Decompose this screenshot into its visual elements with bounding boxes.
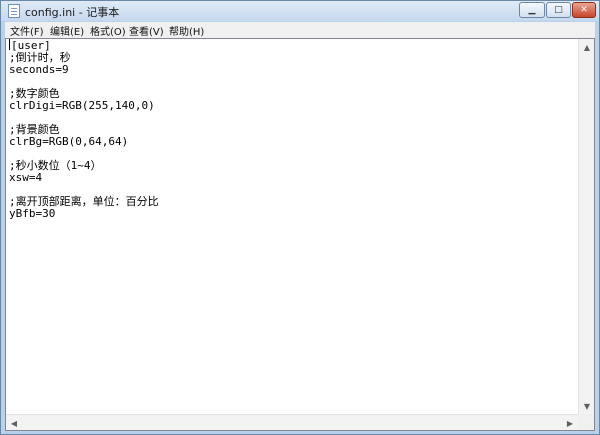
close-button[interactable]: ✕ [572, 2, 596, 18]
window-title: config.ini - 记事本 [25, 6, 120, 19]
menu-edit[interactable]: 编辑(E) [50, 23, 84, 38]
editor-content: ;倒计时，秒 seconds=9 ;数字颜色 clrDigi=RGB(255,1… [9, 51, 159, 220]
text-caret [9, 39, 10, 50]
horizontal-scrollbar[interactable]: ◀ ▶ [6, 414, 578, 430]
menu-file[interactable]: 文件(F) [10, 23, 44, 38]
menu-help[interactable]: 帮助(H) [169, 23, 204, 38]
editor-text[interactable]: [user] ;倒计时，秒 seconds=9 ;数字颜色 clrDigi=RG… [9, 39, 577, 220]
scroll-up-icon[interactable]: ▲ [579, 39, 595, 55]
menu-format[interactable]: 格式(O) [90, 23, 126, 38]
menu-view[interactable]: 查看(V) [129, 23, 164, 38]
scroll-right-icon[interactable]: ▶ [562, 415, 578, 431]
maximize-button[interactable]: □ [546, 2, 571, 18]
scroll-left-icon[interactable]: ◀ [6, 415, 22, 431]
title-bar[interactable]: config.ini - 记事本 ▁ □ ✕ [1, 1, 599, 21]
minimize-button[interactable]: ▁ [519, 2, 545, 18]
text-editor[interactable]: [user] ;倒计时，秒 seconds=9 ;数字颜色 clrDigi=RG… [5, 38, 595, 431]
scroll-down-icon[interactable]: ▼ [579, 398, 595, 414]
notepad-window: config.ini - 记事本 ▁ □ ✕ 文件(F) 编辑(E) 格式(O)… [0, 0, 600, 435]
notepad-icon[interactable] [8, 4, 20, 18]
vertical-scrollbar[interactable]: ▲ ▼ [578, 39, 594, 414]
size-grip[interactable] [578, 414, 594, 430]
menu-bar: 文件(F) 编辑(E) 格式(O) 查看(V) 帮助(H) [5, 22, 595, 38]
